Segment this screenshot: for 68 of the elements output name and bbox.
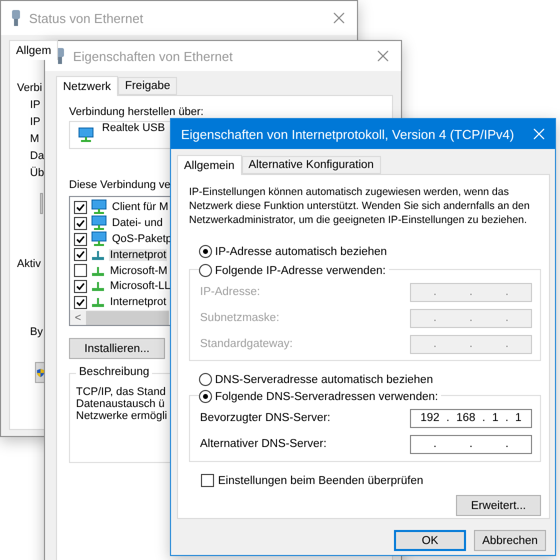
checkbox[interactable] — [74, 296, 87, 309]
validate-checkbox[interactable]: Einstellungen beim Beenden überprüfen — [201, 474, 541, 487]
connect-using-label: Verbindung herstellen über: — [69, 106, 204, 118]
radio-option[interactable]: Folgende DNS-Serveradressen verwenden: — [199, 390, 442, 403]
list-item[interactable]: Microsoft-LL — [109, 280, 172, 292]
close-icon — [333, 12, 345, 24]
tab[interactable]: Allgem — [9, 40, 58, 60]
field-label: Standardgateway: — [200, 338, 293, 350]
field-label: Alternativer DNS-Server: — [200, 438, 327, 450]
list-item[interactable]: QoS-Paketp — [111, 233, 173, 245]
components-label: Diese Verbindung ve — [69, 179, 171, 191]
protocol-icon — [91, 280, 105, 292]
tab[interactable]: Netzwerk — [56, 76, 118, 96]
checkbox[interactable] — [74, 216, 87, 230]
ip-address-field[interactable]: . . . — [410, 434, 532, 454]
checkbox[interactable] — [74, 200, 87, 214]
list-item[interactable]: Client für M — [111, 201, 170, 213]
dialog-button[interactable]: Abbrechen — [474, 530, 546, 551]
list-item[interactable]: Datei- und — [111, 217, 164, 229]
description-text: Datenaustausch ü — [76, 398, 165, 410]
list-item[interactable]: Internetprot — [109, 296, 168, 308]
install-button[interactable]: Installieren... — [69, 338, 165, 359]
checkbox[interactable] — [74, 264, 87, 278]
window-title: Eigenschaften von Internetprotokoll, Version 4 (TCP/IPv4) — [181, 126, 514, 142]
intro-text: IP-Einstellungen können automatisch zugewiesen werden, wenn das Netzwerk diese Funktion unterstützt. Wenden Sie sich andernfalls an den Netzwerkadministrator, um die geeigneten IP-Einstellungen zu beziehen. — [189, 185, 531, 227]
adapter-name: Realtek USB — [102, 122, 165, 134]
protocol-icon — [91, 248, 105, 261]
close-icon — [532, 128, 545, 140]
description-text: Netzwerke ermögli — [76, 410, 168, 422]
network-computer-icon — [91, 231, 107, 247]
section-label: Aktiv — [17, 258, 41, 270]
field-label: By — [30, 326, 43, 338]
field-label: M — [30, 133, 40, 145]
ip-address-field[interactable]: 192 . 168 . 1 . 1 — [410, 408, 532, 428]
description-text: TCP/IP, das Stand — [76, 386, 166, 398]
field-label: IP — [30, 99, 40, 111]
list-item[interactable]: Internetprot — [109, 248, 168, 261]
field-label: IP-Adresse: — [200, 286, 260, 298]
tab[interactable]: Allgemein — [177, 155, 242, 175]
network-plug-icon — [11, 10, 21, 26]
field-label: Da — [30, 150, 44, 162]
protocol-icon — [91, 296, 105, 308]
tab[interactable]: Freigabe — [118, 77, 178, 95]
shield-icon — [36, 368, 44, 378]
group-title: Beschreibung — [76, 366, 152, 378]
checkbox[interactable] — [74, 232, 87, 246]
network-computer-icon — [78, 127, 94, 143]
horizontal-scrollbar[interactable]: < — [70, 310, 169, 325]
field-label: Bevorzugter DNS-Server: — [200, 412, 330, 424]
properties-button[interactable] — [35, 362, 45, 383]
field-label: Subnetzmaske: — [200, 312, 280, 324]
field-label: Üb — [30, 167, 44, 179]
close-icon — [377, 50, 389, 62]
window-title: Eigenschaften von Ethernet — [73, 48, 234, 64]
field-label: IP — [30, 116, 40, 128]
network-computer-icon — [91, 215, 107, 231]
advanced-button[interactable]: Erweitert... — [456, 495, 541, 516]
list-item[interactable]: Microsoft-M — [109, 264, 168, 277]
window-title: Status von Ethernet — [29, 10, 144, 26]
field-label: Verbi — [17, 82, 42, 94]
checkbox[interactable] — [74, 280, 87, 293]
protocol-icon — [91, 264, 105, 277]
tab[interactable]: Alternative Konfiguration — [242, 156, 381, 174]
network-computer-icon — [91, 199, 107, 215]
dialog-button[interactable]: OK — [394, 530, 466, 551]
radio-option[interactable]: Folgende IP-Adresse verwenden: — [199, 264, 389, 277]
scroll-left-button[interactable]: < — [70, 312, 86, 324]
checkbox[interactable] — [74, 248, 87, 262]
